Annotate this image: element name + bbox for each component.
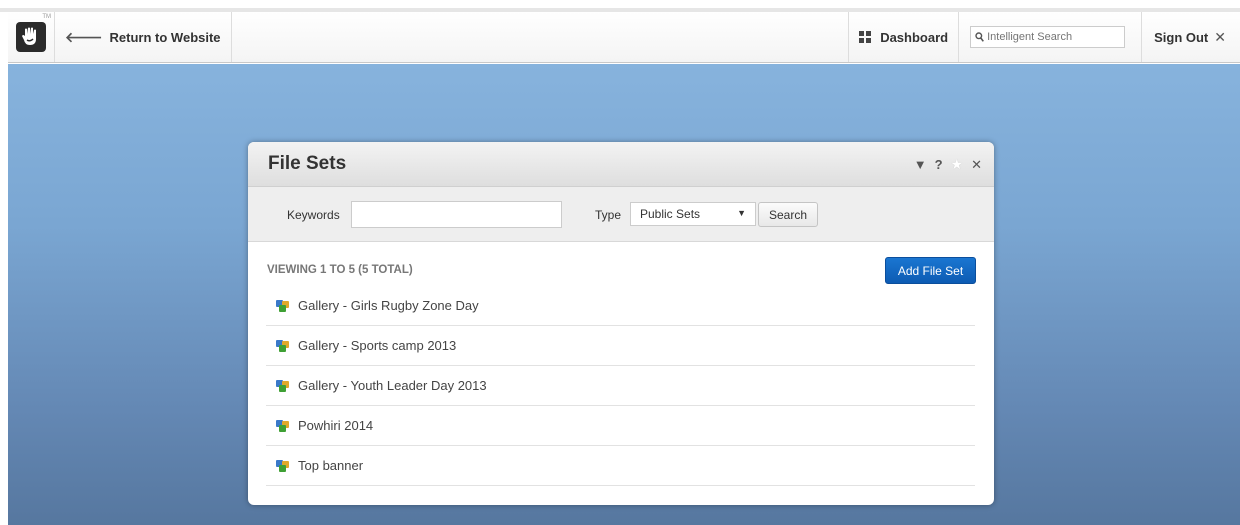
search-button[interactable]: Search — [758, 202, 818, 227]
file-set-name: Gallery - Youth Leader Day 2013 — [298, 378, 487, 393]
dashboard-label: Dashboard — [880, 29, 949, 45]
star-icon[interactable]: ★ — [951, 156, 964, 173]
file-set-name: Powhiri 2014 — [298, 418, 374, 433]
help-icon[interactable]: ? — [935, 157, 943, 172]
viewing-count: VIEWING 1 TO 5 (5 TOTAL) — [267, 264, 413, 276]
toolbar: TM 🡐 Return to Website Dashboard Sign Ou… — [8, 12, 1240, 63]
keywords-input[interactable] — [351, 201, 562, 228]
logo-trademark: TM — [42, 14, 51, 20]
file-set-icon — [276, 379, 290, 393]
triangle-down-icon[interactable]: ▼ — [914, 157, 927, 172]
type-select[interactable]: Public Sets ▼ — [630, 202, 756, 226]
search-box — [970, 26, 1126, 48]
type-label: Type — [595, 208, 622, 222]
close-icon: ✕ — [1214, 28, 1226, 45]
toolbar-search — [959, 12, 1143, 62]
return-label: Return to Website — [109, 29, 221, 45]
file-set-list: Gallery - Girls Rugby Zone Day Gallery -… — [266, 286, 975, 486]
dialog-title: File Sets — [268, 153, 347, 174]
type-selected-value: Public Sets — [640, 207, 701, 221]
list-item[interactable]: Powhiri 2014 — [266, 406, 975, 446]
file-set-icon — [276, 459, 290, 473]
hand-logo-icon — [16, 22, 46, 52]
file-set-name: Top banner — [298, 458, 364, 473]
file-sets-dialog: File Sets ▼ ? ★ ✕ Keywords Type Public S… — [248, 142, 994, 505]
arrow-left-icon: 🡐 — [65, 28, 103, 45]
search-icon — [975, 32, 985, 42]
file-set-name: Gallery - Sports camp 2013 — [298, 338, 457, 353]
file-set-icon — [276, 339, 290, 353]
sign-out-link[interactable]: Sign Out ✕ — [1142, 12, 1240, 62]
intelligent-search-input[interactable] — [987, 31, 1123, 43]
file-set-name: Gallery - Girls Rugby Zone Day — [298, 298, 479, 313]
file-set-icon — [276, 299, 290, 313]
top-stripe — [0, 0, 1240, 12]
close-icon[interactable]: ✕ — [971, 157, 982, 173]
keywords-label: Keywords — [287, 208, 340, 222]
dashboard-link[interactable]: Dashboard — [848, 12, 960, 62]
sign-out-label: Sign Out — [1154, 29, 1209, 45]
logo[interactable]: TM — [8, 12, 55, 62]
dialog-header: File Sets ▼ ? ★ ✕ — [248, 142, 994, 187]
return-to-website-link[interactable]: 🡐 Return to Website — [55, 12, 232, 62]
list-item[interactable]: Gallery - Girls Rugby Zone Day — [266, 286, 975, 326]
file-set-icon — [276, 419, 290, 433]
dialog-header-icons: ▼ ? ★ ✕ — [906, 156, 982, 173]
add-file-set-button[interactable]: Add File Set — [885, 257, 976, 284]
list-item[interactable]: Gallery - Youth Leader Day 2013 — [266, 366, 975, 406]
grid-icon — [859, 31, 872, 43]
caret-down-icon: ▼ — [737, 208, 746, 218]
list-item[interactable]: Top banner — [266, 446, 975, 486]
list-item[interactable]: Gallery - Sports camp 2013 — [266, 326, 975, 366]
filter-bar: Keywords Type Public Sets ▼ Search — [248, 187, 994, 242]
